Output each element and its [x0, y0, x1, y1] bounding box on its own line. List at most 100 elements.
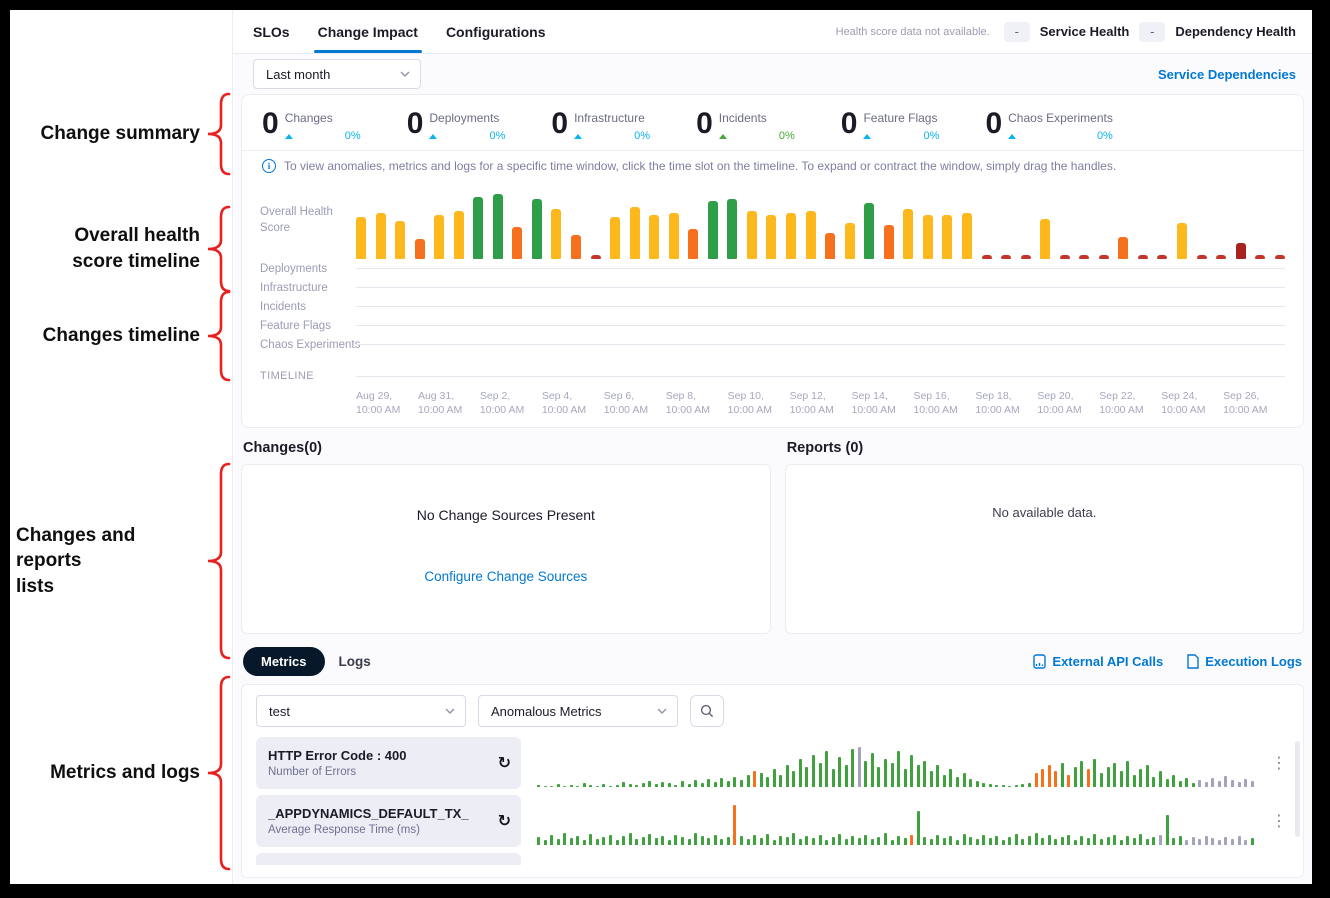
- health-score-bar[interactable]: [708, 201, 718, 259]
- execution-logs-label: Execution Logs: [1205, 654, 1302, 669]
- health-score-bar[interactable]: [747, 211, 757, 259]
- health-score-bar[interactable]: [1001, 255, 1011, 259]
- health-score-bar[interactable]: [1079, 255, 1089, 259]
- tab-configurations[interactable]: Configurations: [446, 10, 546, 53]
- sparkline-bar: [589, 785, 592, 787]
- health-score-bar[interactable]: [923, 215, 933, 259]
- health-score-bar[interactable]: [610, 217, 620, 259]
- execution-logs-link[interactable]: Execution Logs: [1187, 654, 1302, 669]
- health-score-bar[interactable]: [1177, 223, 1187, 259]
- health-score-bar[interactable]: [591, 255, 601, 259]
- service-filter-select[interactable]: test: [256, 695, 466, 727]
- health-score-bar[interactable]: [962, 213, 972, 259]
- sparkline-bar: [668, 840, 671, 845]
- kebab-menu-icon[interactable]: ⋮: [1269, 737, 1289, 789]
- sparkline-bar: [1035, 833, 1038, 845]
- health-score-bar[interactable]: [864, 203, 874, 259]
- health-score-bar[interactable]: [884, 225, 894, 259]
- sparkline-bar: [1061, 837, 1064, 845]
- tab-logs[interactable]: Logs: [339, 654, 371, 669]
- metric-row[interactable]: _APPDYNAMICS_DEFAULT_TX_Average Response…: [256, 795, 1289, 847]
- health-score-bar[interactable]: [356, 217, 366, 259]
- health-score-bar[interactable]: [1216, 255, 1226, 259]
- sparkline-bar: [1067, 835, 1070, 845]
- sparkline-bar: [864, 761, 867, 787]
- health-score-bars[interactable]: [356, 183, 1285, 259]
- health-score-bar[interactable]: [434, 215, 444, 259]
- health-score-bar[interactable]: [942, 215, 952, 259]
- sparkline-bar: [877, 837, 880, 845]
- service-dependencies-link[interactable]: Service Dependencies: [1158, 67, 1296, 82]
- external-api-calls-link[interactable]: External API Calls: [1033, 654, 1163, 669]
- health-score-bar[interactable]: [395, 221, 405, 259]
- health-score-bar[interactable]: [903, 209, 913, 259]
- sparkline-bar: [681, 781, 684, 787]
- refresh-icon[interactable]: ↻: [498, 811, 511, 831]
- health-score-bar[interactable]: [1275, 255, 1285, 259]
- refresh-icon[interactable]: ↻: [498, 753, 511, 773]
- annotation-label: Change summary: [10, 121, 204, 147]
- sparkline-bar: [969, 837, 972, 845]
- health-score-bar[interactable]: [1157, 255, 1167, 259]
- time-range-select[interactable]: Last month: [253, 59, 421, 89]
- metric-row[interactable]: HTTP Error Code : 400Number of Errors↻ ⋮: [256, 737, 1289, 789]
- metric-name-card[interactable]: _APPDYNAMICS_DEFAULT_TX_Average Response…: [256, 795, 521, 847]
- metric-type-select[interactable]: Anomalous Metrics: [478, 695, 678, 727]
- sparkline-bar: [733, 777, 736, 787]
- sparkline-bar: [923, 761, 926, 787]
- health-score-bar[interactable]: [571, 235, 581, 259]
- tab-slos[interactable]: SLOs: [253, 10, 290, 53]
- sparkline-bar: [779, 775, 782, 787]
- health-score-bar[interactable]: [1060, 255, 1070, 259]
- search-button[interactable]: [690, 695, 724, 727]
- health-score-bar[interactable]: [845, 223, 855, 259]
- sparkline-bar: [1028, 836, 1031, 845]
- health-score-bar[interactable]: [825, 233, 835, 259]
- health-score-bar[interactable]: [806, 211, 816, 259]
- health-score-bar[interactable]: [532, 199, 542, 259]
- kebab-menu-icon[interactable]: ⋮: [1269, 795, 1289, 847]
- configure-change-sources-link[interactable]: Configure Change Sources: [424, 569, 587, 584]
- health-score-bar[interactable]: [688, 229, 698, 259]
- annotation-column: Change summaryOverall health score timel…: [10, 10, 232, 884]
- timeline-date-tick: Sep 26, 10:00 AM: [1223, 390, 1285, 417]
- health-score-bar[interactable]: [454, 211, 464, 259]
- health-score-bar[interactable]: [630, 207, 640, 259]
- health-score-bar[interactable]: [415, 239, 425, 259]
- metric-name-card[interactable]: HTTP Error Code : 400Number of Errors↻: [256, 737, 521, 789]
- metrics-scrollbar[interactable]: [1295, 741, 1300, 837]
- health-score-bar[interactable]: [649, 215, 659, 259]
- health-score-bar[interactable]: [473, 197, 483, 259]
- health-score-bar[interactable]: [1197, 255, 1207, 259]
- health-score-bar[interactable]: [1040, 219, 1050, 259]
- tab-metrics[interactable]: Metrics: [243, 647, 325, 676]
- health-score-bar[interactable]: [1118, 237, 1128, 259]
- health-score-bar[interactable]: [1236, 243, 1246, 259]
- sparkline-bar: [1205, 836, 1208, 845]
- health-score-bar[interactable]: [493, 194, 503, 259]
- changes-column: Changes(0) No Change Sources Present Con…: [241, 438, 771, 634]
- health-score-bar[interactable]: [727, 199, 737, 259]
- health-score-bar[interactable]: [766, 215, 776, 259]
- timeline-date-tick: Sep 2, 10:00 AM: [480, 390, 542, 417]
- sparkline-bar: [629, 833, 632, 845]
- health-score-bar[interactable]: [1138, 255, 1148, 259]
- sparkline-bar: [877, 767, 880, 787]
- health-score-bar[interactable]: [982, 255, 992, 259]
- tab-change-impact[interactable]: Change Impact: [318, 10, 418, 53]
- sparkline-bar: [537, 837, 540, 845]
- health-score-bar[interactable]: [1021, 255, 1031, 259]
- header-bar: SLOsChange ImpactConfigurations Health s…: [233, 10, 1312, 54]
- sparkline-bar: [838, 757, 841, 787]
- health-score-bar[interactable]: [1099, 255, 1109, 259]
- info-banner-text: To view anomalies, metrics and logs for …: [284, 159, 1116, 173]
- health-score-bar[interactable]: [512, 227, 522, 259]
- sparkline-bar: [1120, 771, 1123, 787]
- health-score-bar[interactable]: [1255, 255, 1265, 259]
- health-score-bar[interactable]: [669, 213, 679, 259]
- stat-label: Deployments: [429, 111, 505, 125]
- health-score-bar[interactable]: [551, 209, 561, 259]
- health-score-bar[interactable]: [376, 213, 386, 259]
- health-score-bar[interactable]: [786, 213, 796, 259]
- sparkline-bar: [1211, 778, 1214, 787]
